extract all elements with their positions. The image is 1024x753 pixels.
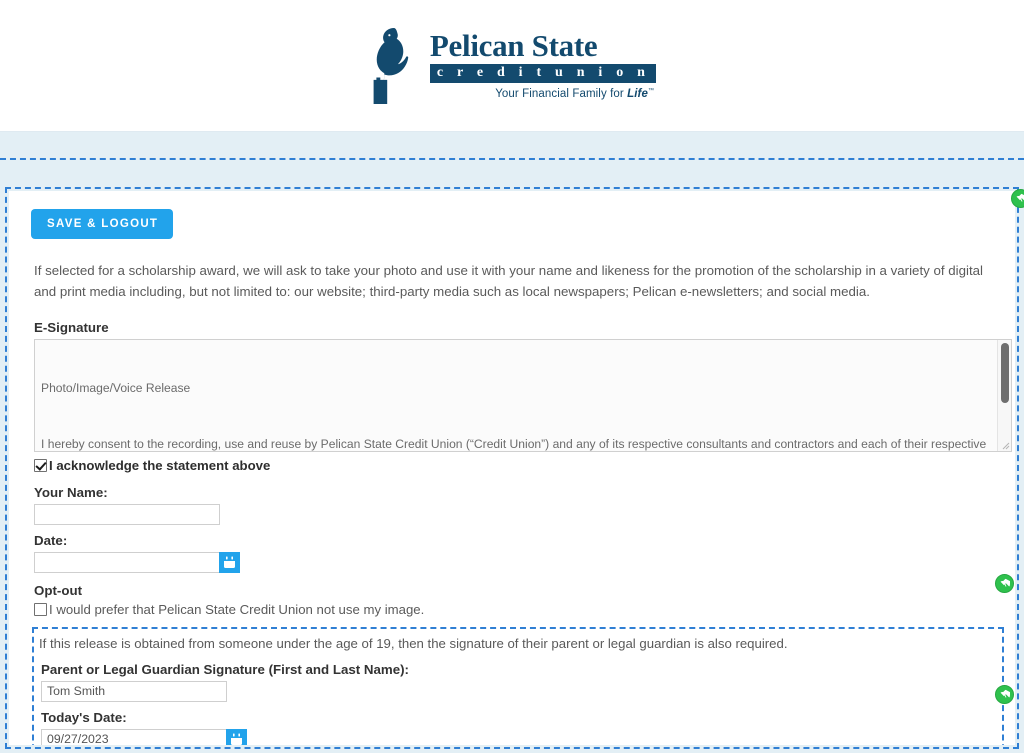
page-body: SAVE & LOGOUT If selected for a scholars… (0, 186, 1024, 753)
form-panel: SAVE & LOGOUT If selected for a scholars… (9, 191, 1015, 745)
acknowledge-checkbox[interactable] (34, 459, 47, 473)
band-dashed-divider (0, 158, 1024, 160)
annotation-pin-marker-1[interactable] (1011, 189, 1024, 208)
guardian-note: If this release is obtained from someone… (39, 636, 788, 652)
your-name-label: Your Name: (34, 485, 108, 501)
guardian-region: If this release is obtained from someone… (32, 627, 1004, 745)
date-field-row (31, 552, 993, 574)
guardian-signature-input[interactable] (41, 680, 227, 702)
guardian-today-label: Today's Date: (41, 709, 127, 725)
optout-label: Opt-out (34, 583, 82, 599)
guardian-today-input[interactable] (41, 728, 227, 745)
tagline-prefix: Your Financial Family for (495, 88, 628, 101)
annotation-pin-marker-2[interactable] (995, 574, 1014, 593)
guardian-signature-label: Parent or Legal Guardian Signature (Firs… (41, 661, 409, 677)
brand-logo: Pelican State c r e d i t u n i o n Your… (364, 24, 657, 108)
tagline-trademark: ™ (647, 88, 655, 95)
esignature-text-content: Photo/Image/Voice Release I hereby conse… (41, 344, 999, 451)
site-header: Pelican State c r e d i t u n i o n Your… (0, 0, 1024, 131)
calendar-icon (231, 733, 242, 745)
save-and-logout-button[interactable]: SAVE & LOGOUT (31, 209, 174, 239)
logo-tagline: Your Financial Family for Life™ (495, 88, 656, 100)
esignature-textarea[interactable]: Photo/Image/Voice Release I hereby conse… (34, 339, 1012, 453)
intro-paragraph: If selected for a scholarship award, we … (34, 263, 984, 299)
optout-row[interactable]: I would prefer that Pelican State Credit… (34, 602, 993, 617)
pelican-icon (373, 27, 409, 104)
optout-checkbox-label: I would prefer that Pelican State Credit… (49, 602, 425, 618)
guardian-calendar-button[interactable] (226, 728, 247, 745)
your-name-input[interactable] (34, 504, 220, 526)
date-label: Date: (34, 533, 68, 549)
acknowledge-row[interactable]: I acknowledge the statement above (34, 458, 993, 473)
pin-icon (1016, 193, 1024, 202)
form-outer-region: SAVE & LOGOUT If selected for a scholars… (5, 187, 1019, 749)
textarea-scrollbar[interactable] (997, 340, 1011, 452)
tagline-life: Life (627, 88, 648, 101)
esignature-body-text: I hereby consent to the recording, use a… (41, 436, 987, 451)
date-input[interactable] (34, 552, 220, 574)
pin-icon (1000, 578, 1010, 587)
esignature-label: E-Signature (34, 320, 109, 336)
annotation-pin-marker-3[interactable] (995, 685, 1014, 704)
date-calendar-button[interactable] (219, 552, 240, 574)
resize-grip-icon[interactable] (1000, 440, 1010, 450)
scrollbar-thumb[interactable] (1001, 343, 1009, 404)
logo-text: Pelican State c r e d i t u n i o n Your… (429, 24, 657, 100)
pin-icon (1000, 689, 1010, 698)
acknowledge-label: I acknowledge the statement above (49, 458, 271, 474)
esignature-heading-line: Photo/Image/Voice Release (41, 380, 191, 395)
optout-checkbox[interactable] (34, 603, 47, 617)
logo-subtitle: c r e d i t u n i o n (429, 63, 657, 84)
guardian-date-row (38, 728, 994, 745)
page-top-band (0, 131, 1024, 186)
calendar-icon (224, 556, 235, 569)
logo-name: Pelican State (429, 27, 598, 63)
